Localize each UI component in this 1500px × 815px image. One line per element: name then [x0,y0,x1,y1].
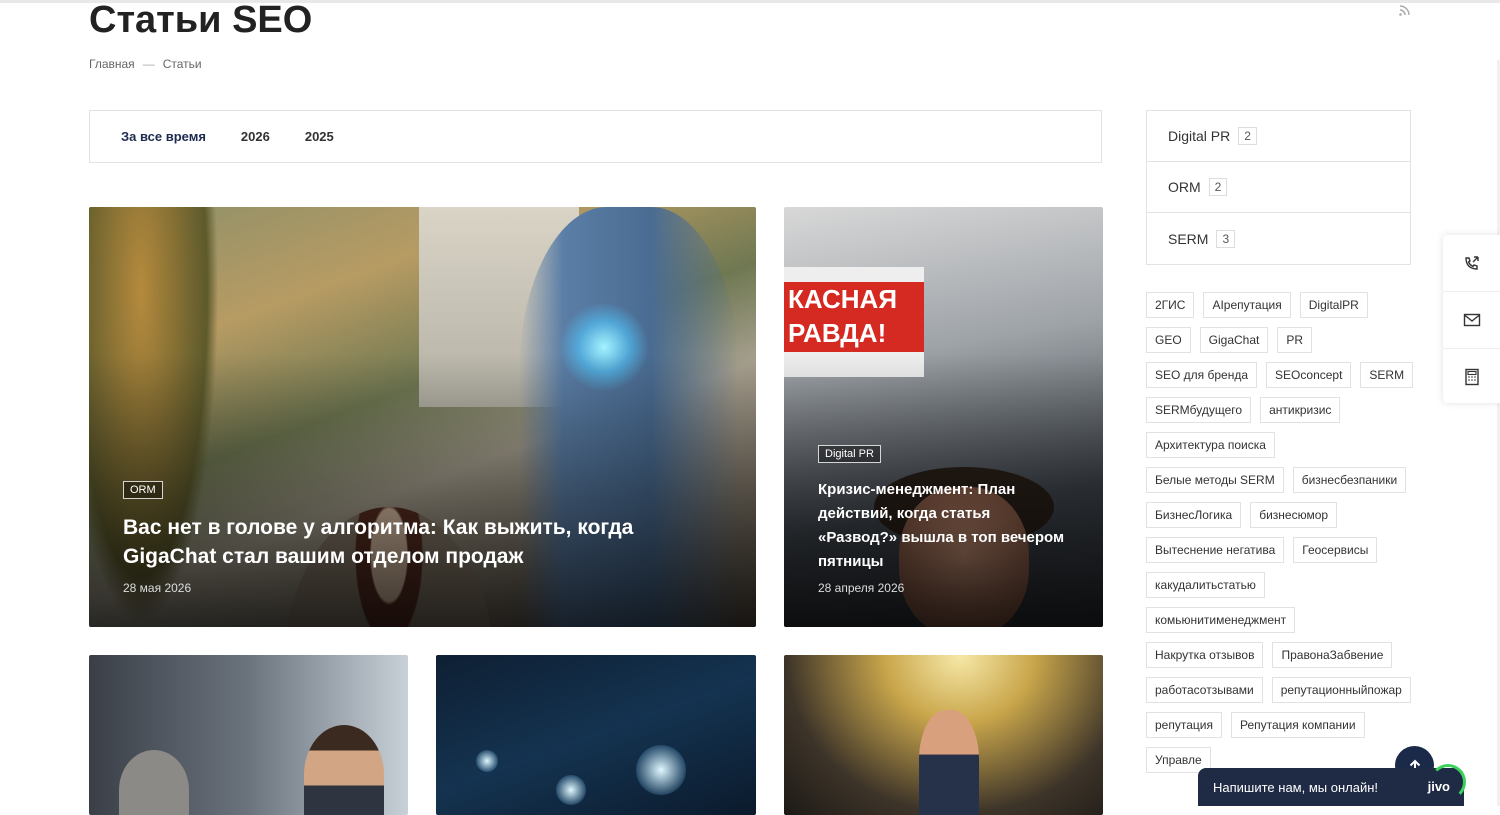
article-title[interactable]: Кризис-менеджмент: План действий, когда … [818,478,1068,574]
phone-callback-icon [1464,256,1479,270]
filter-2026[interactable]: 2026 [241,129,270,144]
page-title: Статьи SEO [89,0,313,41]
newspaper-headline: КАСНАЯ РАВДА! [784,282,924,352]
card-image-node [476,750,498,772]
tag-cloud: 2ГИС AIрепутация DigitalPR GEO GigaChat PR SEO… [1146,292,1416,773]
tag-chip[interactable]: SERM [1360,362,1414,388]
tag-chip[interactable]: 2ГИС [1146,292,1195,318]
breadcrumb-separator: — [142,57,155,71]
article-date: 28 апреля 2026 [818,581,905,595]
tag-chip[interactable]: Накрутка отзывов [1146,642,1264,668]
chat-prompt: Напишите нам, мы онлайн! [1213,779,1379,795]
article-title[interactable]: Вас нет в голове у алгоритма: Как выжить… [123,513,693,571]
tag-chip[interactable]: антикризис [1260,397,1341,423]
category-label: ORM [1168,179,1201,195]
online-indicator-icon [1430,764,1466,800]
year-filter-bar: За все время 2026 2025 [89,110,1102,163]
card-image-person [304,725,384,815]
tag-chip[interactable]: SEOconcept [1266,362,1352,388]
tag-chip[interactable]: GEO [1146,327,1191,353]
category-item-orm[interactable]: ORM 2 [1147,162,1410,213]
tag-chip[interactable]: Вытеснение негатива [1146,537,1285,563]
tag-chip[interactable]: SERMбудущего [1146,397,1252,423]
card-image-node [556,775,586,805]
article-card[interactable] [784,655,1103,815]
breadcrumb-home[interactable]: Главная [89,57,135,71]
tag-chip[interactable]: Белые методы SERM [1146,467,1284,493]
article-card[interactable] [89,655,408,815]
category-label: SERM [1168,230,1209,247]
category-item-serm[interactable]: SERM 3 [1147,213,1410,264]
article-date: 28 мая 2026 [123,581,192,595]
article-card-featured[interactable]: ORM Вас нет в голове у алгоритма: Как вы… [89,207,756,627]
calculator-button[interactable] [1443,349,1500,405]
article-tag[interactable]: Digital PR [818,445,881,463]
contact-side-panel [1443,235,1500,403]
filter-all-time[interactable]: За все время [121,129,206,144]
card-image-laughing-man [919,710,979,815]
email-button[interactable] [1443,292,1500,349]
card-image-node [636,745,686,795]
tag-chip[interactable]: SEO для бренда [1146,362,1258,388]
calculator-icon [1464,368,1479,386]
chat-widget[interactable]: Напишите нам, мы онлайн! jivo [1198,764,1466,806]
article-card[interactable] [436,655,756,815]
tag-chip[interactable]: репутация [1146,712,1222,738]
filter-2025[interactable]: 2025 [305,129,334,144]
tag-chip[interactable]: комьюнитименеджмент [1146,607,1296,633]
article-tag[interactable]: ORM [123,481,163,499]
category-item-digital-pr[interactable]: Digital PR 2 [1147,111,1410,162]
category-list: Digital PR 2 ORM 2 SERM 3 [1146,110,1411,265]
tag-chip[interactable]: DigitalPR [1299,292,1368,318]
tag-chip[interactable]: GigaChat [1199,327,1269,353]
tag-chip[interactable]: БизнесЛогика [1146,502,1242,528]
tag-chip[interactable]: какудалитьстатью [1146,572,1265,598]
tag-chip[interactable]: Геосервисы [1293,537,1378,563]
category-count: 2 [1238,127,1257,145]
mail-icon [1463,313,1480,327]
tag-chip[interactable]: ПравонаЗабвение [1272,642,1393,668]
tag-chip[interactable]: Архитектура поиска [1146,432,1275,458]
rss-icon[interactable] [1396,2,1412,18]
category-count: 2 [1208,178,1228,196]
tag-chip[interactable]: работасотзывами [1146,677,1263,703]
article-card[interactable]: КАСНАЯ РАВДА! Digital PR Кризис-менеджме… [784,207,1103,627]
category-label: Digital PR [1168,128,1231,144]
tag-chip[interactable]: бизнесюмор [1250,502,1338,528]
tag-chip[interactable]: AIрепутация [1203,292,1291,318]
callback-button[interactable] [1443,235,1500,292]
tag-chip[interactable]: репутационныйпожар [1271,677,1411,703]
card-image-person [119,750,189,815]
category-count: 3 [1216,229,1236,248]
tag-chip[interactable]: Репутация компании [1230,712,1365,738]
breadcrumb-current: Статьи [162,57,202,71]
tag-chip[interactable]: PR [1277,327,1313,353]
breadcrumb: Главная — Статьи [89,57,202,71]
tag-chip[interactable]: бизнесбезпаники [1292,467,1407,493]
